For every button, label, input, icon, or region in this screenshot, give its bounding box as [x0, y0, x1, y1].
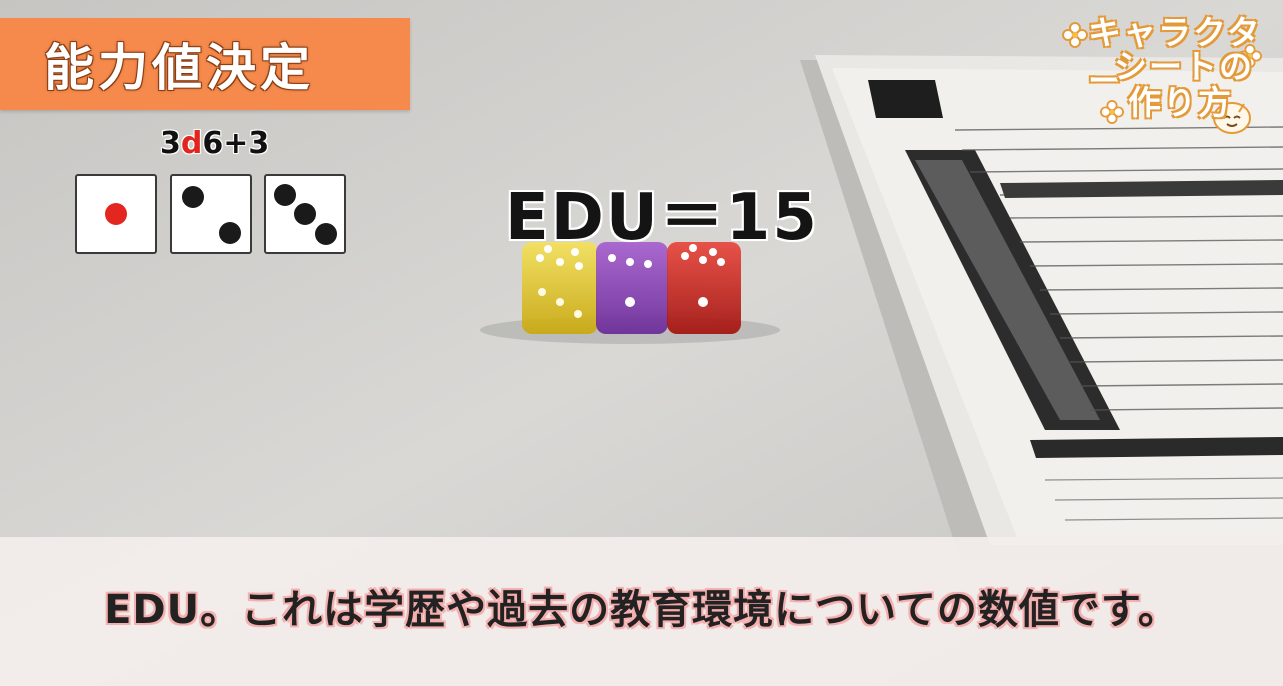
- die-face-two: [170, 174, 252, 254]
- dice-formula: 3d6+3: [160, 126, 269, 161]
- formula-accent: d: [180, 126, 203, 161]
- formula-suffix: 6+3: [202, 126, 270, 161]
- logo-line-3: 作り方: [1128, 83, 1233, 122]
- result-value: EDU＝15: [505, 181, 819, 255]
- die-pip: [294, 203, 316, 225]
- die-pip: [105, 203, 127, 225]
- flower-icon: [1100, 100, 1124, 124]
- die-pip: [182, 186, 204, 208]
- die-face-three: [264, 174, 346, 254]
- die-pip: [219, 222, 241, 244]
- video-frame: 能力値決定 3d6+3 EDU＝15 キャラクター シートの 作り方 EDU。こ…: [0, 0, 1283, 686]
- die-face-one: [75, 174, 157, 254]
- subtitle-band: EDU。これは学歴や過去の教育環境についての数値です。: [0, 537, 1283, 686]
- subtitle-text: EDU。これは学歴や過去の教育環境についての数値です。: [104, 587, 1179, 633]
- title-text: 能力値決定: [44, 39, 314, 97]
- die-pip: [274, 184, 296, 206]
- title-badge: 能力値決定: [0, 18, 410, 110]
- flower-icon: [1062, 22, 1088, 48]
- formula-prefix: 3: [160, 126, 181, 161]
- series-logo: キャラクター シートの 作り方: [1050, 0, 1283, 140]
- die-pip: [315, 223, 337, 245]
